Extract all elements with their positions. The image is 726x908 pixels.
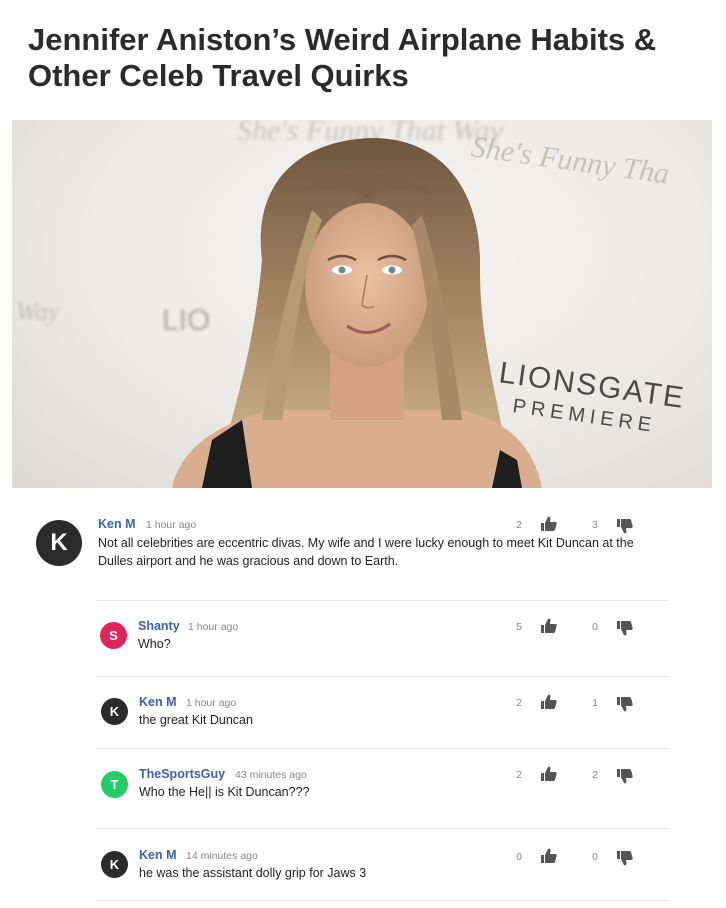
svg-text:She's Funny Tha: She's Funny Tha — [469, 130, 671, 190]
comment-divider — [96, 900, 668, 901]
comment-time: 14 minutes ago — [186, 850, 258, 862]
thumbs-up-icon[interactable] — [540, 618, 558, 634]
comment-time: 1 hour ago — [186, 697, 237, 709]
downvote-count: 1 — [592, 697, 598, 709]
thumbs-down-icon[interactable] — [616, 850, 634, 866]
upvote-count: 0 — [516, 851, 522, 863]
comment-text: he was the assistant dolly grip for Jaws… — [139, 866, 367, 880]
avatar-initial: K — [109, 704, 120, 719]
comment-time: 1 hour ago — [146, 519, 197, 531]
thumbs-down-icon[interactable] — [616, 518, 634, 534]
downvote-count: 0 — [592, 621, 598, 633]
comment-divider — [96, 828, 668, 829]
vote-controls: 5 0 — [506, 618, 636, 636]
downvote-count: 2 — [592, 769, 598, 781]
comment-author[interactable]: Ken M — [98, 517, 136, 531]
vote-controls: 2 3 — [506, 516, 636, 534]
comment-divider — [96, 748, 668, 749]
article-title: Jennifer Aniston’s Weird Airplane Habits… — [28, 22, 657, 93]
thumbs-up-icon[interactable] — [540, 516, 558, 532]
hero-photo: She's Funny That Way t Way LIO She's Fun… — [12, 120, 687, 488]
avatar-initial: S — [109, 628, 118, 643]
avatar-initial: K — [50, 529, 68, 556]
avatar[interactable]: K — [36, 520, 82, 566]
upvote-count: 2 — [516, 697, 522, 709]
thumbs-down-icon[interactable] — [616, 696, 634, 712]
thumbs-up-icon[interactable] — [540, 766, 558, 782]
comment-item: K Ken M 14 minutes ago 0 0 he was the as… — [0, 838, 726, 898]
thumbs-down-icon[interactable] — [616, 768, 634, 784]
comment-item: S Shanty 1 hour ago 5 0 Who? — [0, 610, 726, 670]
upvote-count: 5 — [516, 621, 522, 633]
comment-item: K Ken M 1 hour ago 2 3 Not all celebriti… — [0, 500, 726, 590]
comment-text: Who? — [138, 637, 171, 651]
avatar-initial: K — [109, 857, 120, 872]
avatar[interactable]: T — [101, 771, 128, 798]
avatar-initial: T — [110, 777, 119, 792]
downvote-count: 3 — [592, 519, 598, 531]
comment-time: 1 hour ago — [188, 621, 239, 633]
comment-divider — [96, 676, 668, 677]
vote-controls: 0 0 — [506, 848, 636, 866]
comment-divider — [96, 600, 668, 601]
svg-text:LIO: LIO — [162, 304, 210, 337]
avatar[interactable]: S — [100, 622, 127, 649]
thumbs-up-icon[interactable] — [540, 848, 558, 864]
comment-text: Who the He|| is Kit Duncan??? — [139, 785, 310, 799]
avatar[interactable]: K — [101, 851, 128, 878]
vote-controls: 2 2 — [506, 766, 636, 784]
comment-author[interactable]: Ken M — [139, 695, 177, 709]
comment-item: T TheSportsGuy 43 minutes ago 2 2 Who th… — [0, 758, 726, 828]
svg-text:t Way: t Way — [12, 297, 60, 326]
upvote-count: 2 — [516, 519, 522, 531]
comment-time: 43 minutes ago — [235, 769, 307, 781]
vote-controls: 2 1 — [506, 694, 636, 712]
comment-item: K Ken M 1 hour ago 2 1 the great Kit Dun… — [0, 686, 726, 746]
article-hero-image: She's Funny That Way t Way LIO She's Fun… — [12, 120, 712, 488]
avatar[interactable]: K — [101, 698, 128, 725]
comment-author[interactable]: TheSportsGuy — [139, 767, 225, 781]
comment-author[interactable]: Shanty — [138, 619, 180, 633]
thumbs-up-icon[interactable] — [540, 694, 558, 710]
downvote-count: 0 — [592, 851, 598, 863]
comment-author[interactable]: Ken M — [139, 848, 177, 862]
upvote-count: 2 — [516, 769, 522, 781]
comment-text: Not all celebrities are eccentric divas.… — [98, 536, 634, 568]
comment-text: the great Kit Duncan — [139, 713, 253, 727]
thumbs-down-icon[interactable] — [616, 620, 634, 636]
